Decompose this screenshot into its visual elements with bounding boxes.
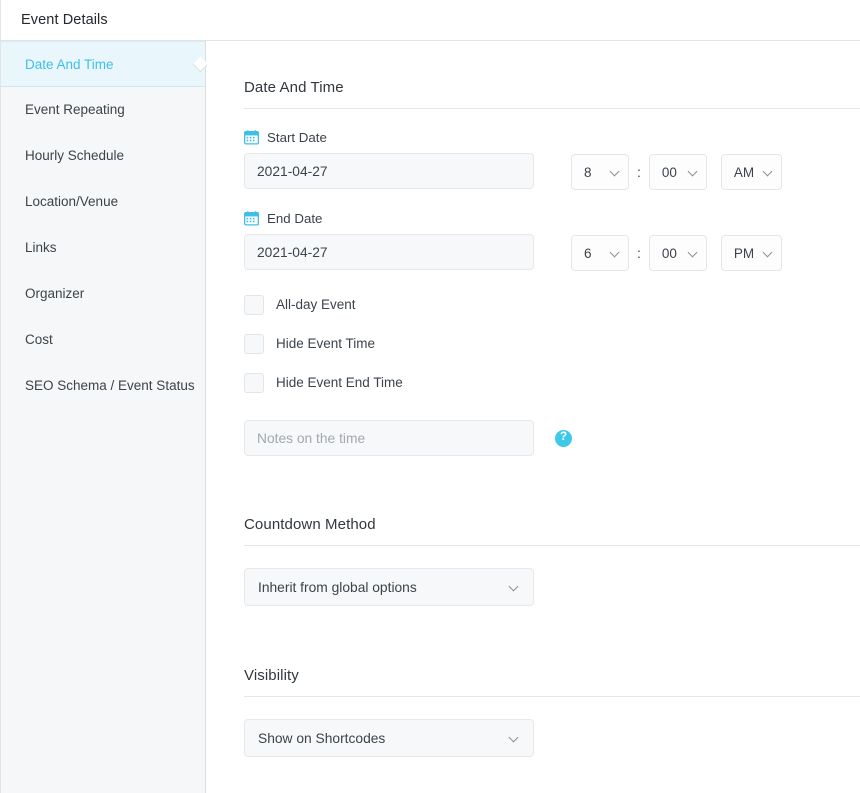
sidebar-item-hourly-schedule[interactable]: Hourly Schedule — [1, 133, 205, 179]
hide-event-end-time-row: Hide Event End Time — [207, 363, 860, 402]
sidebar-item-label: Event Repeating — [25, 102, 125, 117]
all-day-event-checkbox[interactable] — [244, 294, 264, 315]
end-hour-select[interactable]: 6 — [571, 235, 629, 271]
chevron-down-icon — [764, 249, 773, 258]
time-notes-input[interactable]: Notes on the time — [244, 420, 534, 456]
question-mark-icon[interactable]: ? — [555, 429, 572, 447]
end-date-input[interactable]: 2021-04-27 — [244, 234, 534, 270]
chevron-down-icon — [510, 583, 519, 592]
sidebar-item-label: Date And Time — [25, 56, 114, 72]
start-minute-value: 00 — [661, 164, 677, 180]
hide-event-end-time-label[interactable]: Hide Event End Time — [276, 375, 403, 390]
end-meridiem-select[interactable]: PM — [720, 235, 783, 271]
section-title-date-and-time: Date And Time — [244, 79, 344, 96]
sidebar-item-label: Cost — [25, 332, 53, 347]
sidebar-item-label: Hourly Schedule — [25, 148, 125, 163]
active-tab-notch-icon — [192, 56, 209, 72]
panel-titlebar: Event Details — [0, 0, 860, 41]
time-notes-row: Notes on the time ? — [207, 420, 860, 456]
sidebar: Date And Time Event Repeating Hourly Sch… — [0, 41, 209, 793]
hide-event-time-row: Hide Event Time — [207, 324, 860, 363]
chevron-down-icon — [689, 249, 698, 258]
end-time-group: 6 : 00 PM — [571, 235, 783, 271]
chevron-down-icon — [689, 168, 698, 177]
start-meridiem-select[interactable]: AM — [720, 154, 783, 190]
sidebar-item-label: Organizer — [25, 286, 85, 301]
start-time-group: 8 : 00 AM — [571, 154, 783, 190]
main-content: Date And Time Start Date 2021-04-27 8: … — [207, 41, 860, 793]
start-date-label-group: Start Date — [243, 130, 860, 145]
all-day-event-row: All-day Event — [207, 285, 860, 324]
sidebar-item-date-and-time[interactable]: Date And Time — [1, 41, 209, 87]
start-hour-value: 8 — [584, 164, 592, 180]
end-date-label-group: End Date — [243, 211, 860, 226]
countdown-method-value: Inherit from global options — [258, 579, 417, 595]
chevron-down-icon — [764, 168, 773, 177]
end-minute-select[interactable]: 00 — [648, 235, 707, 271]
section-title-visibility: Visibility — [244, 667, 299, 684]
sidebar-item-organizer[interactable]: Organizer — [1, 271, 205, 317]
start-meridiem-value: AM — [733, 164, 755, 180]
visibility-value: Show on Shortcodes — [258, 730, 386, 746]
page-title: Event Details — [21, 12, 108, 28]
sidebar-item-location-venue[interactable]: Location/Venue — [1, 179, 205, 225]
end-minute-value: 00 — [661, 245, 677, 261]
countdown-method-select[interactable]: Inherit from global options — [244, 568, 534, 606]
start-date-input[interactable]: 2021-04-27 — [244, 153, 534, 189]
sidebar-item-seo-schema-event-status[interactable]: SEO Schema / Event Status — [1, 363, 205, 409]
section-title-countdown-method: Countdown Method — [244, 516, 376, 533]
sidebar-item-cost[interactable]: Cost — [1, 317, 205, 363]
hide-event-time-checkbox[interactable] — [244, 333, 264, 354]
start-hour-select[interactable]: 8 — [571, 154, 629, 190]
sidebar-item-label: Links — [25, 240, 57, 255]
calendar-icon — [243, 130, 260, 145]
chevron-down-icon — [510, 734, 519, 743]
chevron-down-icon — [611, 168, 620, 177]
sidebar-item-event-repeating[interactable]: Event Repeating — [1, 87, 205, 133]
end-time-separator: : — [637, 245, 641, 261]
sidebar-item-label: Location/Venue — [25, 194, 119, 209]
start-date-row: Start Date 2021-04-27 8 : 00 AM — [207, 130, 860, 190]
hide-event-end-time-checkbox[interactable] — [244, 372, 264, 393]
event-details-panel: Event Details Date And Time Event Repeat… — [0, 0, 860, 793]
end-hour-value: 6 — [584, 245, 592, 261]
sidebar-item-links[interactable]: Links — [1, 225, 205, 271]
sidebar-item-label: SEO Schema / Event Status — [25, 378, 195, 393]
calendar-icon — [243, 211, 260, 226]
all-day-event-label[interactable]: All-day Event — [276, 297, 356, 312]
start-date-label: Start Date — [267, 130, 327, 145]
start-time-separator: : — [637, 164, 641, 180]
end-date-row: End Date 2021-04-27 6 : 00 PM — [207, 211, 860, 271]
hide-event-time-label[interactable]: Hide Event Time — [276, 336, 375, 351]
start-minute-select[interactable]: 00 — [648, 154, 707, 190]
section-divider — [244, 108, 860, 109]
end-date-label: End Date — [267, 211, 323, 226]
visibility-select[interactable]: Show on Shortcodes — [244, 719, 534, 757]
end-meridiem-value: PM — [733, 245, 755, 261]
chevron-down-icon — [611, 249, 620, 258]
